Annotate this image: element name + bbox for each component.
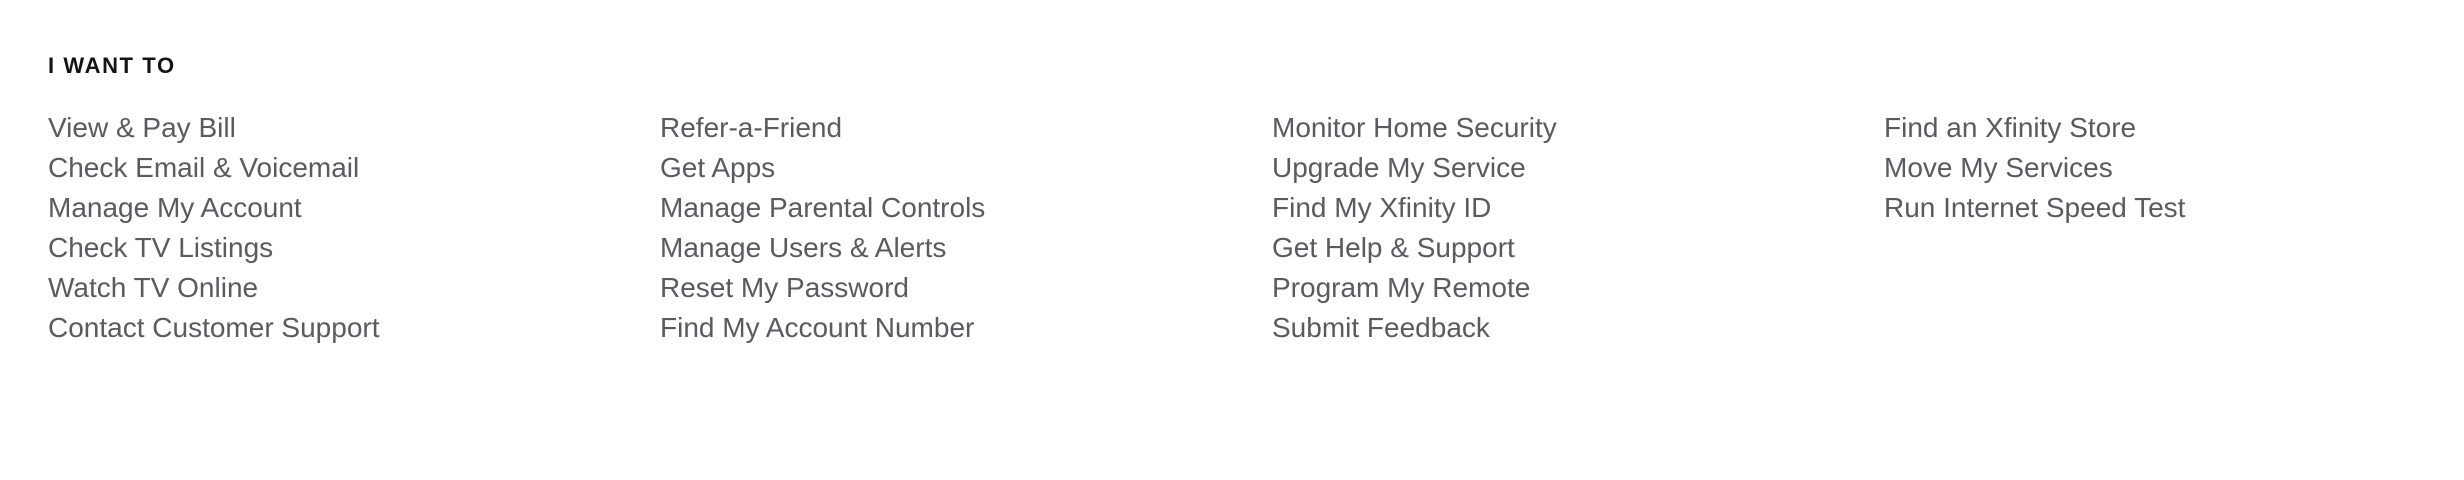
link-check-email-voicemail[interactable]: Check Email & Voicemail (48, 148, 660, 188)
link-view-pay-bill[interactable]: View & Pay Bill (48, 108, 660, 148)
link-reset-my-password[interactable]: Reset My Password (660, 268, 1272, 308)
link-find-an-xfinity-store[interactable]: Find an Xfinity Store (1884, 108, 2384, 148)
section-heading: I WANT TO (48, 53, 176, 78)
link-monitor-home-security[interactable]: Monitor Home Security (1272, 108, 1884, 148)
links-column-2: Refer-a-Friend Get Apps Manage Parental … (660, 108, 1272, 343)
link-find-my-account-number[interactable]: Find My Account Number (660, 308, 1272, 348)
link-get-apps[interactable]: Get Apps (660, 148, 1272, 188)
link-manage-my-account[interactable]: Manage My Account (48, 188, 660, 228)
link-submit-feedback[interactable]: Submit Feedback (1272, 308, 1884, 348)
link-watch-tv-online[interactable]: Watch TV Online (48, 268, 660, 308)
link-move-my-services[interactable]: Move My Services (1884, 148, 2384, 188)
link-manage-parental-controls[interactable]: Manage Parental Controls (660, 188, 1272, 228)
links-column-1: View & Pay Bill Check Email & Voicemail … (48, 108, 660, 343)
link-manage-users-alerts[interactable]: Manage Users & Alerts (660, 228, 1272, 268)
link-find-my-xfinity-id[interactable]: Find My Xfinity ID (1272, 188, 1884, 228)
link-refer-a-friend[interactable]: Refer-a-Friend (660, 108, 1272, 148)
link-upgrade-my-service[interactable]: Upgrade My Service (1272, 148, 1884, 188)
link-program-my-remote[interactable]: Program My Remote (1272, 268, 1884, 308)
link-check-tv-listings[interactable]: Check TV Listings (48, 228, 660, 268)
link-get-help-support[interactable]: Get Help & Support (1272, 228, 1884, 268)
link-run-internet-speed-test[interactable]: Run Internet Speed Test (1884, 188, 2384, 228)
links-column-4: Find an Xfinity Store Move My Services R… (1884, 108, 2384, 223)
links-column-3: Monitor Home Security Upgrade My Service… (1272, 108, 1884, 343)
quick-links-grid: View & Pay Bill Check Email & Voicemail … (48, 108, 2384, 343)
link-contact-customer-support[interactable]: Contact Customer Support (48, 308, 660, 348)
